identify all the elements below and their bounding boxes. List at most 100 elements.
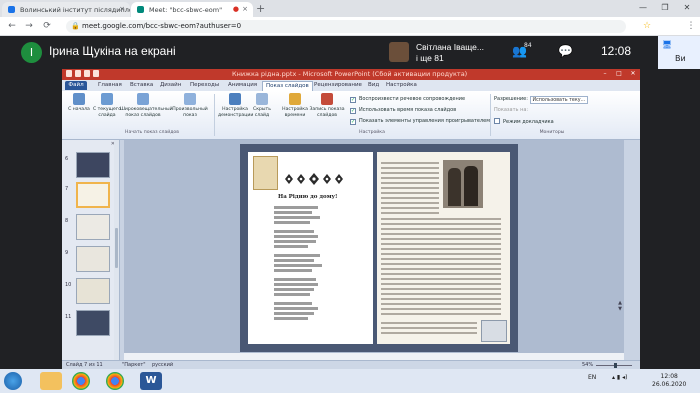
show-media-controls-checkbox[interactable]: ✓ Показать элементы управления проигрыват… [350,118,490,125]
page-text-line [381,223,501,225]
ppt-close-button[interactable]: ✕ [626,69,640,79]
tab-animation[interactable]: Анимация [228,81,257,90]
tab-transitions[interactable]: Переходы [190,81,219,90]
book-page-right [377,152,510,344]
ppt-maximize-button[interactable]: □ [612,69,626,79]
tray-icons[interactable]: ▴ ▮ ◂) [612,374,627,381]
participant-more-count: і ще 81 [416,53,444,63]
poem-text-line [274,278,316,281]
slide-thumbnail[interactable] [76,246,110,272]
use-timings-checkbox[interactable]: ✓ Использовать время показа слайдов [350,107,456,114]
presenter-view-checkbox[interactable]: Режим докладчика [494,118,554,125]
tab-customize[interactable]: Настройка [386,81,417,90]
reload-button[interactable]: ⟳ [40,19,54,33]
book-page-left: На Рідню до дому! [248,152,373,344]
page-text-line [381,187,439,189]
show-on-label: Показать на: [494,107,529,113]
undo-icon[interactable] [84,70,90,77]
language-indicator[interactable]: EN [588,374,596,381]
record-show-button[interactable]: Запись показа слайдов [308,93,346,118]
file-explorer-icon[interactable] [40,372,62,390]
slide-nav-arrows[interactable]: ▲ ▼ [618,300,622,312]
show-on-field[interactable]: Показать на: [494,107,528,113]
resolution-select[interactable]: Использовать теку... [529,96,588,104]
slide-thumbnail[interactable] [76,214,110,240]
thumbnail-scrollbar[interactable] [114,140,119,360]
button-label: Запись показа слайдов [309,107,345,118]
recording-dot-icon: ● [232,5,239,13]
from-current-button[interactable]: С текущего слайда [90,93,124,118]
slide-thumbnail-selected[interactable] [76,182,110,208]
powerpoint-workspace: ✕ 6 7 8 9 10 11 На Рідню до дому! ▲ ▼ [62,140,640,360]
lock-icon: 🔒 [71,22,80,30]
setup-show-button[interactable]: Настройка демонстрации [218,93,253,118]
group-setup-label: Настройка [359,130,385,135]
word-icon[interactable]: W [140,372,162,390]
url-input[interactable]: 🔒 meet.google.com/bcc-sbwc-eom?authuser=… [66,20,626,33]
page-text-line [381,288,501,290]
current-slide[interactable]: На Рідню до дому! [240,144,518,352]
page-text-line [381,263,501,265]
tab-review[interactable]: Рецензирование [314,81,362,90]
rehearse-timings-button[interactable]: Настройка времени [278,93,312,118]
close-tab-icon[interactable]: × [242,5,248,13]
system-clock[interactable]: 12:08 26.06.2020 [652,373,686,389]
broadcast-button[interactable]: Широковещательный показ слайдов [120,93,173,118]
new-tab-button[interactable]: + [256,2,265,15]
start-button[interactable] [4,372,22,390]
tab-file[interactable]: Файл [65,81,87,90]
zoom-slider-thumb[interactable] [614,363,617,368]
self-view-tile[interactable]: 🖥 Ви [658,36,700,69]
tab-view[interactable]: Вид [368,81,379,90]
windows-taskbar: W EN ▴ ▮ ◂) 12:08 26.06.2020 [0,369,700,393]
close-window-button[interactable]: ✕ [676,0,698,16]
notes-pane[interactable] [124,353,624,360]
theme-name: "Паркет" [122,362,146,368]
page-text-line [381,298,501,300]
ppt-minimize-button[interactable]: – [598,69,612,79]
resolution-field[interactable]: Разрешение: Использовать теку... [494,96,588,104]
custom-show-button[interactable]: Произвольный показ [170,93,210,118]
participant-photo [389,42,409,62]
slide-thumbnail[interactable] [76,310,110,336]
save-icon[interactable] [75,70,81,77]
forward-button[interactable]: → [22,19,36,33]
hide-slide-button[interactable]: Скрыть слайд [248,93,276,118]
browser-menu-icon[interactable]: ⋮ [684,19,698,33]
checkbox-box: ✓ [350,119,356,125]
slide-number: 10 [65,282,72,288]
back-button[interactable]: ← [5,19,19,33]
poem-text-line [274,317,308,320]
scrollbar-thumb[interactable] [115,228,118,268]
play-narrations-checkbox[interactable]: ✓ Воспроизвести речевое сопровождение [350,96,465,103]
chrome-icon[interactable] [72,372,90,390]
close-tab-icon[interactable]: × [119,5,125,13]
tab-slideshow[interactable]: Показ слайдов [262,81,313,91]
stamp-image [253,156,278,190]
bookmark-star-icon[interactable]: ☆ [640,19,654,33]
zoom-level[interactable]: 54% [582,362,593,368]
participant-tile[interactable]: Світлана Іваще... і ще 81 [384,40,496,65]
tab-google-meet[interactable]: Meet: "bcc-sbwc-eom" ● × [131,2,253,17]
page-text-line [381,327,477,329]
minimize-window-button[interactable]: — [632,0,654,16]
tab-insert[interactable]: Вставка [130,81,153,90]
chrome-window-icon[interactable] [106,372,124,390]
page-text-line [381,182,439,184]
button-label: Скрыть слайд [253,107,271,118]
tab-home[interactable]: Главная [98,81,122,90]
slide-thumbnail[interactable] [76,278,110,304]
tab-volyn-institute[interactable]: Волинський інститут післядипло × [2,2,130,17]
checkbox-box: ✓ [350,97,356,103]
chat-icon[interactable]: 💬 [558,44,573,58]
language-status[interactable]: русский [152,362,173,368]
slide-thumbnail[interactable] [76,152,110,178]
page-text-line [381,332,477,334]
button-label: С начала [68,107,90,112]
participants-count: 84 [524,42,532,49]
page-text-line [381,162,439,164]
maximize-window-button[interactable]: ❐ [654,0,676,16]
group-monitors-label: Мониторы [539,130,565,135]
redo-icon[interactable] [93,70,99,77]
tab-design[interactable]: Дизайн [160,81,181,90]
